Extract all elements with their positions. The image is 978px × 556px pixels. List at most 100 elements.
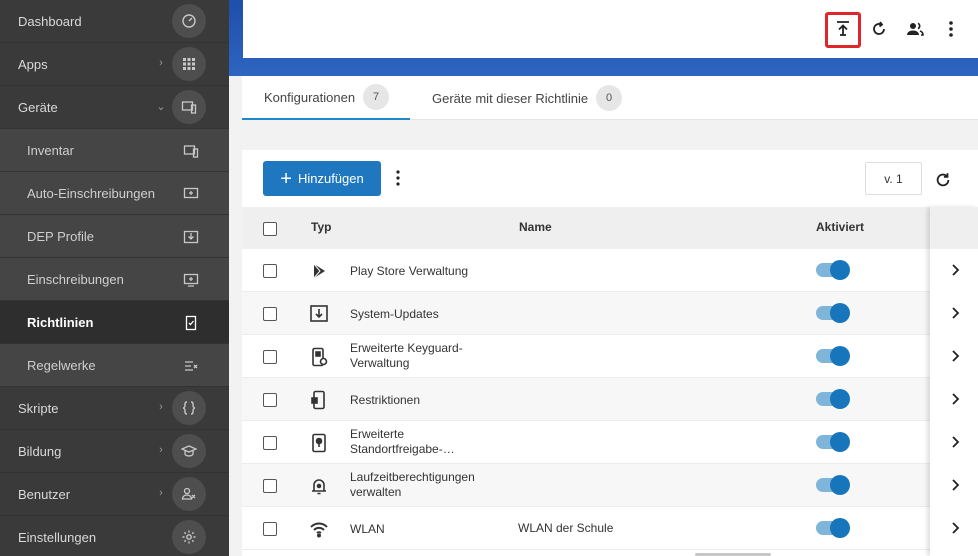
- table-row[interactable]: Restriktionen: [242, 378, 978, 421]
- table-row[interactable]: WLAN WLAN der Schule: [242, 507, 978, 550]
- table-row[interactable]: Laufzeitberechtigungen verwalten: [242, 464, 978, 507]
- toggle-knob: [830, 518, 850, 538]
- tab-label: Geräte mit dieser Richtlinie: [432, 90, 589, 106]
- chevron-right-icon: ›: [159, 487, 163, 499]
- sidebar-item-label: Dashboard: [18, 13, 82, 29]
- enabled-toggle[interactable]: [816, 518, 850, 538]
- devices-icon: [172, 90, 206, 124]
- sidebar-item-apps[interactable]: Apps ›: [0, 43, 229, 86]
- toggle-knob: [830, 346, 850, 366]
- enabled-toggle[interactable]: [816, 389, 850, 409]
- enabled-toggle[interactable]: [816, 346, 850, 366]
- table-row[interactable]: System-Updates: [242, 292, 978, 335]
- more-vertical-icon: [396, 169, 400, 189]
- table-row[interactable]: Erweiterte Keyguard- Verwaltung: [242, 335, 978, 378]
- header-more-button[interactable]: [933, 12, 969, 48]
- refresh-button[interactable]: [932, 170, 954, 192]
- sidebar-item-benutzer[interactable]: Benutzer ›: [0, 473, 229, 516]
- sidebar-item-skripte[interactable]: Skripte ›: [0, 387, 229, 430]
- sidebar-item-einstellungen[interactable]: Einstellungen: [0, 516, 229, 556]
- enabled-toggle[interactable]: [816, 475, 850, 495]
- sidebar-item-label: Richtlinien: [27, 314, 94, 330]
- toggle-knob: [830, 389, 850, 409]
- version-selector[interactable]: v. 1: [865, 162, 922, 195]
- sidebar-item-richtlinien[interactable]: Richtlinien: [0, 301, 229, 344]
- sidebar-item-einschreibungen[interactable]: Einschreibungen: [0, 258, 229, 301]
- column-header-type[interactable]: Typ: [311, 220, 331, 234]
- column-header-enabled[interactable]: Aktiviert: [816, 220, 864, 234]
- configurations-card: + Hinzufügen v. 1 Typ Name Aktiviert Pla…: [242, 150, 978, 556]
- chevron-right-icon[interactable]: [948, 478, 962, 492]
- toggle-knob: [830, 303, 850, 323]
- row-checkbox[interactable]: [263, 264, 277, 278]
- chevron-down-icon: ⌄: [156, 101, 166, 113]
- inventory-devices-icon: [180, 140, 202, 162]
- tab-geraete-mit-richtlinie[interactable]: Geräte mit dieser Richtlinie 0: [432, 76, 623, 120]
- toolbar-more-button[interactable]: [388, 167, 408, 191]
- enabled-toggle[interactable]: [816, 432, 850, 452]
- row-type: Restriktionen: [350, 393, 421, 407]
- row-type: Laufzeitberechtigungen verwalten: [350, 470, 475, 499]
- dep-download-icon: [180, 226, 202, 248]
- chevron-right-icon[interactable]: [948, 349, 962, 363]
- row-checkbox[interactable]: [263, 350, 277, 364]
- sidebar-item-regelwerke[interactable]: Regelwerke: [0, 344, 229, 387]
- sidebar-item-label: Geräte: [18, 99, 58, 115]
- row-checkbox[interactable]: [263, 522, 277, 536]
- tab-label: Konfigurationen: [264, 89, 356, 105]
- location-device-icon: [308, 432, 330, 454]
- row-type: System-Updates: [350, 307, 439, 321]
- refresh-icon: [934, 171, 952, 192]
- row-name: WLAN der Schule: [518, 521, 614, 535]
- sidebar-item-dashboard[interactable]: Dashboard: [0, 0, 229, 43]
- sidebar-item-geraete[interactable]: Geräte ⌄: [0, 86, 229, 129]
- chevron-right-icon: ›: [159, 444, 163, 456]
- chevron-right-icon[interactable]: [948, 435, 962, 449]
- speedometer-icon: [172, 4, 206, 38]
- wifi-icon: [308, 518, 330, 540]
- sidebar: Dashboard Apps › Geräte ⌄ Inventar Auto-…: [0, 0, 229, 556]
- column-header-name[interactable]: Name: [519, 220, 552, 234]
- add-button-label: Hinzufügen: [297, 171, 364, 186]
- tab-konfigurationen[interactable]: Konfigurationen 7: [242, 76, 410, 120]
- add-button[interactable]: + Hinzufügen: [263, 161, 381, 196]
- chevron-right-icon[interactable]: [948, 263, 962, 277]
- users-icon: [172, 477, 206, 511]
- sync-button[interactable]: [861, 12, 897, 48]
- row-type: Erweiterte Standortfreigabe-…: [350, 427, 455, 456]
- count-badge: 7: [363, 84, 390, 110]
- table-row[interactable]: Erweiterte Standortfreigabe-…: [242, 421, 978, 464]
- system-update-icon: [308, 303, 330, 325]
- enabled-toggle[interactable]: [816, 303, 850, 323]
- select-all-checkbox[interactable]: [263, 222, 277, 236]
- row-type: WLAN: [350, 522, 385, 536]
- sidebar-item-label: Regelwerke: [27, 357, 96, 373]
- row-type: Erweiterte Keyguard- Verwaltung: [350, 341, 463, 370]
- row-checkbox[interactable]: [263, 307, 277, 321]
- apps-grid-icon: [172, 47, 206, 81]
- publish-button[interactable]: [825, 12, 861, 48]
- table-row[interactable]: Play Store Verwaltung: [242, 249, 978, 292]
- enabled-toggle[interactable]: [816, 260, 850, 280]
- graduation-cap-icon: [172, 434, 206, 468]
- chevron-right-icon[interactable]: [948, 521, 962, 535]
- code-braces-icon: [172, 391, 206, 425]
- chevron-right-icon[interactable]: [948, 392, 962, 406]
- sidebar-item-label: Apps: [18, 56, 48, 72]
- assign-users-button[interactable]: [897, 12, 933, 48]
- sidebar-item-auto-einschreibungen[interactable]: Auto-Einschreibungen: [0, 172, 229, 215]
- sidebar-item-dep-profile[interactable]: DEP Profile: [0, 215, 229, 258]
- sidebar-item-label: Bildung: [18, 443, 62, 459]
- row-actions-column: [930, 207, 978, 556]
- play-store-icon: [308, 260, 330, 282]
- row-checkbox[interactable]: [263, 393, 277, 407]
- sidebar-item-bildung[interactable]: Bildung ›: [0, 430, 229, 473]
- sidebar-item-inventar[interactable]: Inventar: [0, 129, 229, 172]
- assign-users-icon: [905, 19, 925, 42]
- sidebar-item-label: Einschreibungen: [27, 271, 124, 287]
- row-checkbox[interactable]: [263, 436, 277, 450]
- header-panel: [243, 0, 978, 58]
- row-checkbox[interactable]: [263, 479, 277, 493]
- chevron-right-icon[interactable]: [948, 306, 962, 320]
- toggle-knob: [830, 475, 850, 495]
